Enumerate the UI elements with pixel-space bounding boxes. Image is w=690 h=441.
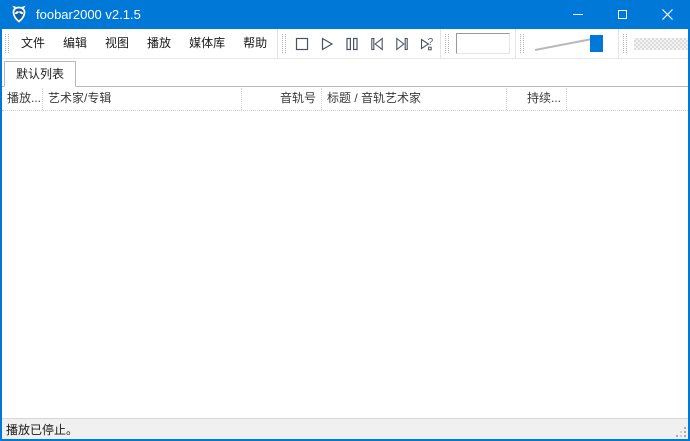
- time-display-box: [456, 33, 510, 54]
- previous-icon: [368, 35, 386, 53]
- playback-order-button[interactable]: ?: [414, 31, 439, 56]
- toolbar-separator: [277, 29, 278, 58]
- random-order-icon: ?: [418, 35, 436, 53]
- menu-view[interactable]: 视图: [96, 29, 138, 58]
- previous-track-button[interactable]: [364, 31, 389, 56]
- playlist-body[interactable]: [2, 111, 688, 418]
- column-header-title-track-artist[interactable]: 标题 / 音轨艺术家: [322, 88, 507, 110]
- playlist-column-headers: 播放... 艺术家/专辑 音轨号 标题 / 音轨艺术家 持续...: [2, 88, 688, 111]
- menu-playback[interactable]: 播放: [138, 29, 180, 58]
- column-header-playing[interactable]: 播放...: [2, 88, 43, 110]
- foobar2000-alien-icon: [9, 5, 29, 24]
- svg-text:?: ?: [427, 37, 433, 48]
- minimize-icon: [573, 14, 583, 15]
- toolbar-separator: [440, 29, 441, 58]
- volume-slider[interactable]: [529, 31, 615, 56]
- toolbar-separator: [618, 29, 619, 58]
- pause-icon: [343, 35, 361, 53]
- close-button[interactable]: [645, 0, 690, 29]
- toolbar-separator: [515, 29, 516, 58]
- menu-file[interactable]: 文件: [12, 29, 54, 58]
- status-text: 播放已停止。: [6, 421, 78, 438]
- volume-toolbar-drag-handle[interactable]: [520, 34, 524, 53]
- pause-button[interactable]: [339, 31, 364, 56]
- window-title: foobar2000 v2.1.5: [36, 7, 555, 22]
- resize-grip[interactable]: [676, 427, 687, 438]
- app-window: foobar2000 v2.1.5 文件 编辑 视图 播放 媒体库 帮助: [0, 0, 690, 441]
- column-header-track-number[interactable]: 音轨号: [242, 88, 322, 110]
- stop-button[interactable]: [289, 31, 314, 56]
- menu-toolbar: 文件 编辑 视图 播放 媒体库 帮助: [2, 29, 688, 59]
- column-header-artist-album[interactable]: 艺术家/专辑: [43, 88, 242, 110]
- playback-toolbar-drag-handle[interactable]: [282, 34, 286, 53]
- menu-help[interactable]: 帮助: [234, 29, 276, 58]
- status-bar: 播放已停止。: [2, 418, 688, 439]
- close-icon: [662, 9, 673, 20]
- menu-edit[interactable]: 编辑: [54, 29, 96, 58]
- display-toolbar-drag-handle[interactable]: [445, 34, 449, 53]
- column-header-empty: [567, 88, 688, 110]
- play-icon: [318, 35, 336, 53]
- play-button[interactable]: [314, 31, 339, 56]
- next-icon: [393, 35, 411, 53]
- tab-default-playlist[interactable]: 默认列表: [4, 61, 76, 87]
- next-track-button[interactable]: [389, 31, 414, 56]
- stop-icon: [293, 35, 311, 53]
- seekbar[interactable]: [634, 38, 688, 50]
- playlist-tab-bar: 默认列表: [2, 59, 688, 87]
- volume-slider-thumb: [590, 35, 603, 52]
- menu-library[interactable]: 媒体库: [180, 29, 234, 58]
- menubar-drag-handle[interactable]: [5, 34, 9, 53]
- maximize-icon: [618, 10, 627, 19]
- seekbar-toolbar-drag-handle[interactable]: [623, 34, 627, 53]
- column-header-duration[interactable]: 持续...: [507, 88, 567, 110]
- maximize-button[interactable]: [600, 0, 645, 29]
- titlebar[interactable]: foobar2000 v2.1.5: [0, 0, 690, 29]
- minimize-button[interactable]: [555, 0, 600, 29]
